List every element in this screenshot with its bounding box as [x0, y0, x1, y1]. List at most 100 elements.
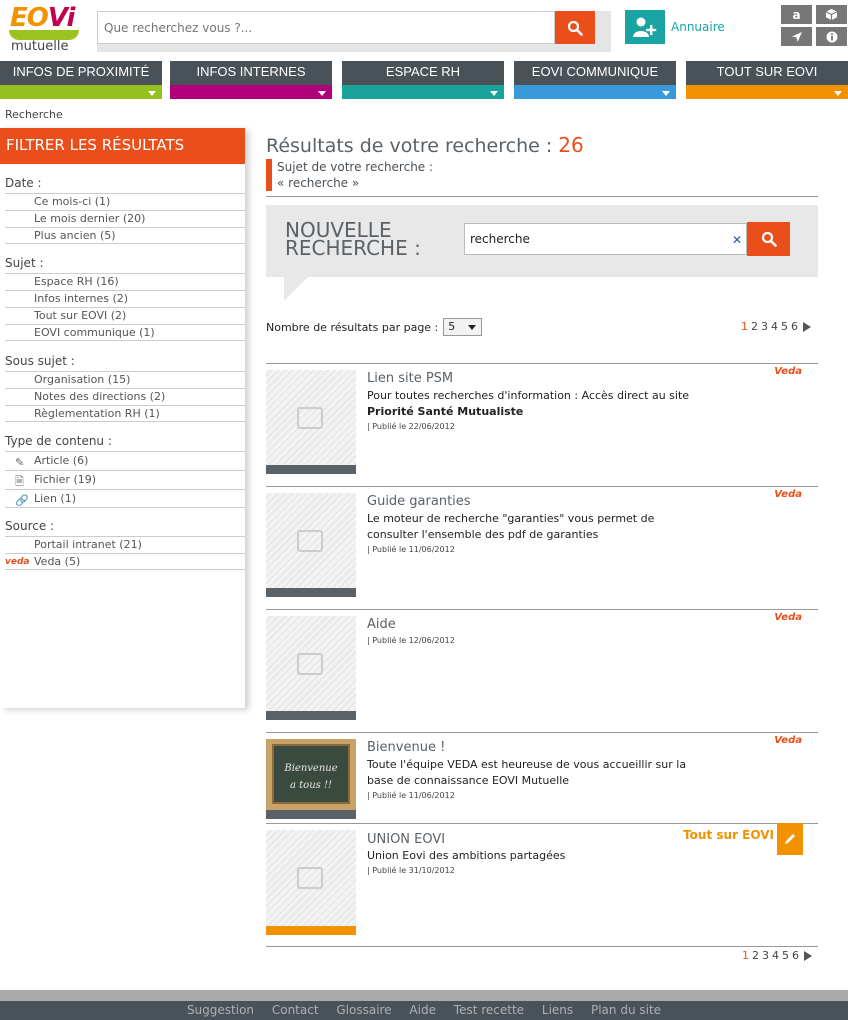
nav-label: Infos de proximité: [12, 64, 150, 79]
result-title[interactable]: Bienvenue !: [367, 740, 445, 755]
page-link[interactable]: 1: [741, 320, 748, 333]
result-thumbnail[interactable]: [266, 616, 356, 720]
result-thumbnail[interactable]: Bienvenue a tous !!: [266, 739, 356, 819]
result-item[interactable]: Guide garanties Le moteur de recherche "…: [266, 486, 818, 601]
thumbnail-bar: [266, 711, 356, 720]
result-description: Le moteur de recherche "garanties" vous …: [367, 511, 707, 554]
chalkboard-image: Bienvenue a tous !!: [272, 744, 350, 804]
chevron-down-icon: [490, 91, 498, 96]
result-thumbnail[interactable]: [266, 493, 356, 597]
filter-item-veda[interactable]: veda Veda (5): [5, 553, 245, 570]
result-thumbnail[interactable]: [266, 370, 356, 474]
filter-item[interactable]: Ce mois-ci (1): [5, 193, 245, 210]
filter-item[interactable]: EOVI communique (1): [5, 324, 245, 341]
result-desc-text: Le moteur de recherche "garanties" vous …: [367, 512, 655, 541]
page-link[interactable]: 3: [762, 949, 769, 962]
search-subject-label: Sujet de votre recherche :: [277, 160, 434, 174]
filter-group-type: Type de contenu : ✎ Article (6) 🗎 Fichier …: [0, 434, 245, 508]
annuaire-link[interactable]: Annuaire: [625, 10, 725, 44]
info-icon: [826, 31, 837, 42]
result-desc-text: Pour toutes recherches d'information : A…: [367, 389, 690, 402]
global-search-input[interactable]: [97, 11, 555, 44]
info-button[interactable]: [816, 27, 847, 46]
result-item[interactable]: UNION EOVI Union Eovi des ambitions part…: [266, 823, 818, 943]
result-desc-bold: Priorité Santé Mutualiste: [367, 405, 524, 418]
font-size-button[interactable]: a: [781, 5, 812, 24]
nav-color-bar: [514, 85, 676, 99]
chalkboard-text: Bienvenue: [284, 763, 338, 774]
new-search-panel: Nouvellerecherche : ✕: [266, 205, 818, 301]
clear-icon[interactable]: ✕: [732, 233, 742, 247]
result-item[interactable]: Bienvenue a tous !! Bienvenue ! Toute l'é…: [266, 732, 818, 819]
page-link[interactable]: 2: [751, 320, 758, 333]
page-link[interactable]: 5: [782, 949, 789, 962]
page-link[interactable]: 1: [742, 949, 749, 962]
filter-item[interactable]: Le mois dernier (20): [5, 210, 245, 227]
nav-infos-proximite[interactable]: Infos de proximité: [0, 61, 162, 99]
article-badge: [777, 823, 803, 855]
page-link[interactable]: 6: [792, 949, 799, 962]
filter-item[interactable]: Tout sur EOVI (2): [5, 307, 245, 324]
new-search-input[interactable]: [464, 223, 747, 255]
nav-eovi-communique[interactable]: EOVI communique: [514, 61, 676, 99]
location-arrow-icon: [791, 31, 802, 42]
results-title-text: Résultats de votre recherche :: [266, 135, 559, 157]
page-link[interactable]: 6: [791, 320, 798, 333]
footer-link[interactable]: Aide: [409, 1003, 436, 1017]
filter-item[interactable]: Portail intranet (21): [5, 536, 245, 553]
nav-infos-internes[interactable]: Infos internes: [170, 61, 332, 99]
result-title[interactable]: Aide: [367, 617, 396, 632]
footer-link[interactable]: Liens: [542, 1003, 573, 1017]
footer-link[interactable]: Glossaire: [336, 1003, 391, 1017]
filter-item[interactable]: Organisation (15): [5, 371, 245, 388]
new-search-button[interactable]: [747, 222, 790, 256]
filter-item[interactable]: Règlementation RH (1): [5, 405, 245, 422]
filter-item-fichier[interactable]: 🗎 Fichier (19): [5, 470, 245, 489]
result-title[interactable]: Guide garanties: [367, 494, 471, 509]
next-page-icon[interactable]: [803, 321, 811, 332]
eovi-logo[interactable]: EOVi mutuelle: [8, 3, 83, 55]
result-title[interactable]: UNION EOVI: [367, 832, 445, 847]
filter-item-article[interactable]: ✎ Article (6): [5, 451, 245, 470]
next-page-icon[interactable]: [804, 950, 812, 961]
page-link[interactable]: 2: [752, 949, 759, 962]
filter-item-label: Fichier (19): [34, 473, 97, 486]
breadcrumb[interactable]: Recherche: [5, 108, 63, 121]
per-page-select[interactable]: 5: [443, 318, 483, 336]
page-link[interactable]: 4: [772, 949, 779, 962]
annuaire-label: Annuaire: [671, 20, 725, 34]
locate-button[interactable]: [781, 27, 812, 46]
footer-link[interactable]: Test recette: [454, 1003, 524, 1017]
footer-link[interactable]: Plan du site: [591, 1003, 661, 1017]
nav-tout-sur-eovi[interactable]: Tout sur EOVI: [686, 61, 848, 99]
filter-group-sujet: Sujet : Espace RH (16) Infos internes (2…: [0, 256, 245, 341]
new-search-label-line: recherche :: [285, 236, 421, 260]
page-link[interactable]: 5: [781, 320, 788, 333]
filter-item[interactable]: Infos internes (2): [5, 290, 245, 307]
nav-color-bar: [0, 85, 162, 99]
filter-item[interactable]: Plus ancien (5): [5, 227, 245, 244]
results-count: 26: [558, 133, 584, 157]
per-page-control: Nombre de résultats par page : 5: [266, 318, 483, 336]
nav-label: Tout sur EOVI: [716, 64, 818, 79]
filter-group-title: Source :: [5, 519, 55, 533]
nav-espace-rh[interactable]: Espace RH: [342, 61, 504, 99]
thumbnail-bar: [266, 588, 356, 597]
page-link[interactable]: 4: [771, 320, 778, 333]
global-search-button[interactable]: [555, 11, 595, 44]
result-item[interactable]: Lien site PSM Pour toutes recherches d'i…: [266, 363, 818, 478]
page-link[interactable]: 3: [761, 320, 768, 333]
image-placeholder-icon: [297, 530, 323, 552]
cube-button[interactable]: [816, 5, 847, 24]
filter-item[interactable]: Espace RH (16): [5, 273, 245, 290]
divider: [266, 609, 818, 610]
result-item[interactable]: Aide | Publié le 12/06/2012 Veda: [266, 609, 818, 724]
search-icon: [761, 231, 777, 247]
result-title[interactable]: Lien site PSM: [367, 371, 453, 386]
result-thumbnail[interactable]: [266, 830, 356, 935]
filter-item-lien[interactable]: 🔗 Lien (1): [5, 489, 245, 508]
footer-link[interactable]: Suggestion: [187, 1003, 254, 1017]
result-desc-text: Union Eovi des ambitions partagées: [367, 849, 566, 862]
footer-link[interactable]: Contact: [272, 1003, 319, 1017]
filter-item[interactable]: Notes des directions (2): [5, 388, 245, 405]
